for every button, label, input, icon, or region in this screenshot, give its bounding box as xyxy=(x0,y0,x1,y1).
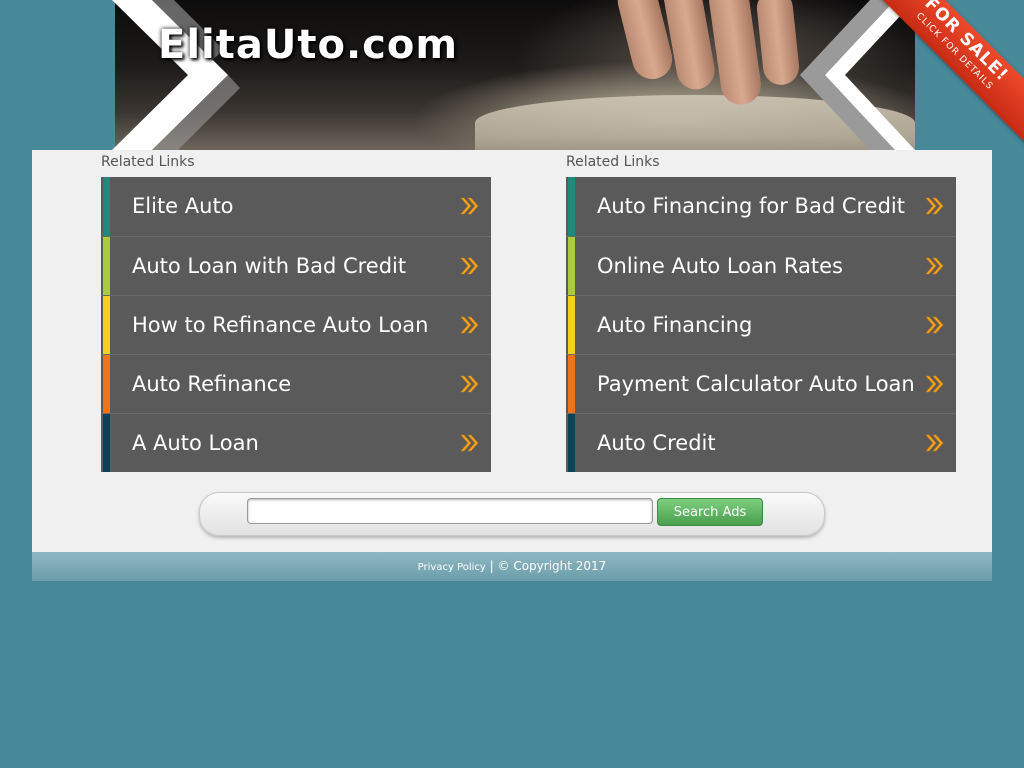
site-title: ElitaUto.com xyxy=(158,22,459,68)
color-bar xyxy=(103,177,110,236)
double-chevron-right-icon xyxy=(925,257,944,275)
header-banner: ElitaUto.com FOR SALE! CLICK FOR DETAILS xyxy=(0,0,1024,150)
search-ads-button[interactable]: Search Ads xyxy=(657,498,763,526)
color-bar xyxy=(103,296,110,354)
double-chevron-right-icon xyxy=(925,197,944,215)
related-link-label: Auto Refinance xyxy=(132,372,292,396)
related-link-label: Auto Credit xyxy=(597,431,716,455)
double-chevron-right-icon xyxy=(460,375,479,393)
privacy-policy-link[interactable]: Privacy Policy xyxy=(418,562,486,573)
copyright-text: © Copyright 2017 xyxy=(497,559,607,573)
double-chevron-right-icon xyxy=(460,257,479,275)
related-links-title: Related Links xyxy=(566,154,660,170)
related-links-left: Related Links Elite Auto Auto Loan with … xyxy=(101,150,491,472)
color-bar xyxy=(568,237,575,295)
related-link-label: Payment Calculator Auto Loan xyxy=(597,372,915,396)
double-chevron-right-icon xyxy=(925,434,944,452)
footer: Privacy Policy | © Copyright 2017 xyxy=(32,552,992,581)
related-links-list: Auto Financing for Bad Credit Online Aut… xyxy=(566,177,956,472)
related-links-right: Related Links Auto Financing for Bad Cre… xyxy=(566,150,956,472)
search-bar: Search Ads xyxy=(199,492,825,536)
related-link-item[interactable]: Auto Refinance xyxy=(101,354,491,413)
related-links-list: Elite Auto Auto Loan with Bad Credit How… xyxy=(101,177,491,472)
double-chevron-right-icon xyxy=(925,375,944,393)
related-link-label: Elite Auto xyxy=(132,194,234,218)
related-link-label: Auto Financing for Bad Credit xyxy=(597,194,905,218)
color-bar xyxy=(568,296,575,354)
double-chevron-right-icon xyxy=(925,316,944,334)
color-bar xyxy=(103,237,110,295)
related-link-item[interactable]: Online Auto Loan Rates xyxy=(566,236,956,295)
related-link-item[interactable]: A Auto Loan xyxy=(101,413,491,472)
related-link-item[interactable]: Auto Credit xyxy=(566,413,956,472)
related-link-label: Online Auto Loan Rates xyxy=(597,254,843,278)
double-chevron-right-icon xyxy=(460,434,479,452)
color-bar xyxy=(568,177,575,236)
related-link-label: How to Refinance Auto Loan xyxy=(132,313,429,337)
color-bar xyxy=(568,414,575,472)
double-chevron-right-icon xyxy=(460,316,479,334)
double-chevron-right-icon xyxy=(460,197,479,215)
color-bar xyxy=(103,355,110,413)
related-link-label: Auto Financing xyxy=(597,313,753,337)
related-link-item[interactable]: Auto Financing for Bad Credit xyxy=(566,177,956,236)
related-link-item[interactable]: How to Refinance Auto Loan xyxy=(101,295,491,354)
right-chevron-decoration xyxy=(800,0,915,150)
related-links-title: Related Links xyxy=(101,154,195,170)
related-link-label: Auto Loan with Bad Credit xyxy=(132,254,407,278)
related-link-item[interactable]: Elite Auto xyxy=(101,177,491,236)
footer-separator: | xyxy=(489,559,494,573)
related-link-item[interactable]: Payment Calculator Auto Loan xyxy=(566,354,956,413)
color-bar xyxy=(568,355,575,413)
search-input[interactable] xyxy=(247,498,653,524)
related-link-item[interactable]: Auto Loan with Bad Credit xyxy=(101,236,491,295)
related-link-item[interactable]: Auto Financing xyxy=(566,295,956,354)
main-panel: Related Links Elite Auto Auto Loan with … xyxy=(32,150,992,552)
related-link-label: A Auto Loan xyxy=(132,431,259,455)
color-bar xyxy=(103,414,110,472)
hand-image xyxy=(585,0,825,110)
